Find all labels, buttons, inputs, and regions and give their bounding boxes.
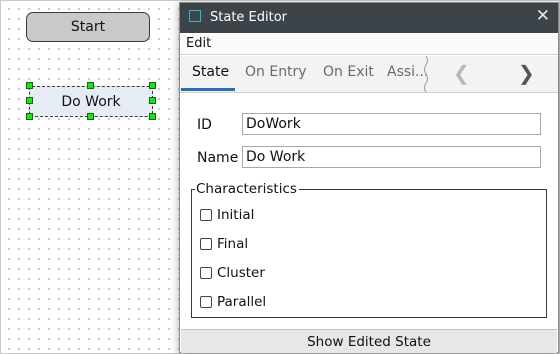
- cluster-checkbox[interactable]: [200, 267, 212, 279]
- parallel-option[interactable]: Parallel: [200, 294, 266, 310]
- initial-option[interactable]: Initial: [200, 207, 254, 223]
- selection-handle-se[interactable]: [149, 113, 156, 120]
- tab-state[interactable]: State: [192, 64, 229, 80]
- active-tab-indicator: [181, 88, 235, 91]
- selection-handle-n[interactable]: [87, 82, 94, 89]
- tab-on-entry[interactable]: On Entry: [245, 64, 307, 80]
- dialog-titlebar[interactable]: State Editor ✕: [180, 3, 558, 33]
- state-editor-dialog: State Editor ✕ Edit State On Entry On Ex…: [179, 2, 559, 353]
- selection-handle-sw[interactable]: [26, 113, 33, 120]
- tab-on-exit[interactable]: On Exit: [323, 64, 374, 80]
- start-node-label: Start: [70, 19, 106, 35]
- start-node[interactable]: Start: [26, 12, 150, 42]
- do-work-node-label: Do Work: [61, 93, 121, 110]
- parallel-label: Parallel: [217, 294, 267, 310]
- selection-handle-ne[interactable]: [149, 82, 156, 89]
- window-icon: [189, 10, 201, 22]
- parallel-checkbox[interactable]: [200, 296, 212, 308]
- tab-scroll-left-icon[interactable]: ❮: [453, 61, 470, 85]
- final-option[interactable]: Final: [200, 236, 248, 252]
- name-field[interactable]: [242, 146, 541, 168]
- close-icon[interactable]: ✕: [536, 6, 550, 26]
- initial-checkbox[interactable]: [200, 209, 212, 221]
- selection-handle-e[interactable]: [149, 97, 156, 104]
- dialog-title: State Editor: [210, 10, 288, 25]
- tab-scroll-right-icon[interactable]: ❯: [518, 61, 535, 85]
- characteristics-title: Characteristics: [195, 181, 299, 197]
- tab-strip: State On Entry On Exit Assi... ❮ ❯: [180, 56, 558, 93]
- id-label: ID: [197, 117, 212, 133]
- cluster-option[interactable]: Cluster: [200, 265, 265, 281]
- final-label: Final: [217, 236, 249, 252]
- cluster-label: Cluster: [217, 265, 265, 281]
- tab-overflow-break: [424, 56, 428, 92]
- name-label: Name: [197, 150, 239, 166]
- initial-label: Initial: [217, 207, 255, 223]
- selection-handle-w[interactable]: [26, 97, 33, 104]
- menu-edit[interactable]: Edit: [186, 36, 211, 51]
- selection-handle-nw[interactable]: [26, 82, 33, 89]
- selection-handle-s[interactable]: [87, 113, 94, 120]
- show-edited-state-button[interactable]: Show Edited State: [181, 329, 557, 353]
- id-field[interactable]: [242, 113, 541, 135]
- final-checkbox[interactable]: [200, 238, 212, 250]
- menu-bar: Edit: [180, 34, 558, 55]
